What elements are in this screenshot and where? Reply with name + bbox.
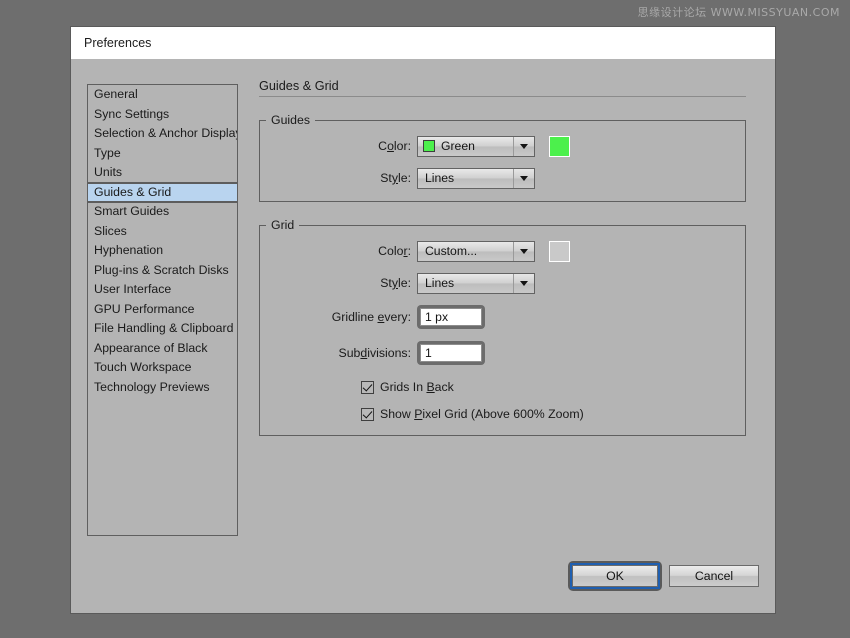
guides-color-row: Color: Green xyxy=(260,135,745,157)
grid-color-label: Color: xyxy=(260,244,417,258)
sidebar-item-sync-settings[interactable]: Sync Settings xyxy=(88,105,237,125)
guides-color-dropdown[interactable]: Green xyxy=(417,135,535,157)
grid-group-legend: Grid xyxy=(271,218,295,232)
label-part: : xyxy=(407,244,411,258)
grid-style-dropdown[interactable]: Lines xyxy=(417,272,535,294)
grid-style-row: Style: Lines xyxy=(260,272,745,294)
cancel-button[interactable]: Cancel xyxy=(669,565,759,587)
label-accel: B xyxy=(426,380,435,394)
sidebar-item-user-interface[interactable]: User Interface xyxy=(88,280,237,300)
sidebar-item-units[interactable]: Units xyxy=(88,163,237,183)
sidebar-item-touch-workspace[interactable]: Touch Workspace xyxy=(88,358,237,378)
subdivisions-row: Subdivisions: xyxy=(260,340,745,366)
guides-group: Guides Color: Green Style: Lines xyxy=(259,113,746,202)
ok-button[interactable]: OK xyxy=(570,563,660,589)
grids-in-back-checkbox[interactable] xyxy=(361,380,374,394)
gridline-every-input-focusring xyxy=(417,305,485,329)
label-part: ivisions: xyxy=(367,346,411,360)
subdivisions-label: Subdivisions: xyxy=(260,346,417,360)
grid-color-preview-swatch[interactable] xyxy=(549,240,570,262)
grids-in-back-checkbox-row[interactable]: Grids In Back xyxy=(361,378,745,396)
preferences-dialog: Preferences General Sync Settings Select… xyxy=(71,27,775,613)
sidebar-item-gpu-performance[interactable]: GPU Performance xyxy=(88,300,237,320)
gridline-every-input[interactable] xyxy=(420,308,482,326)
guides-color-label: Color: xyxy=(260,139,417,153)
sidebar-item-plugins-scratch-disks[interactable]: Plug-ins & Scratch Disks xyxy=(88,261,237,281)
dialog-body: General Sync Settings Selection & Anchor… xyxy=(71,59,775,613)
grid-style-value: Lines xyxy=(425,276,455,290)
label-part: Show xyxy=(380,407,415,421)
settings-pane: Guides & Grid Guides Color: Green Style: xyxy=(259,79,746,452)
page-title: Guides & Grid xyxy=(259,79,746,97)
guides-color-swatch-icon xyxy=(423,140,435,152)
label-part: ixel Grid (Above 600% Zoom) xyxy=(422,407,584,421)
grid-color-dropdown[interactable]: Custom... xyxy=(417,240,535,262)
chevron-down-icon[interactable] xyxy=(513,168,534,188)
label-part: C xyxy=(378,139,388,153)
label-part: Gridline xyxy=(331,310,378,324)
dialog-button-bar: OK Cancel xyxy=(568,561,759,591)
guides-style-row: Style: Lines xyxy=(260,167,745,189)
label-accel: o xyxy=(387,139,394,153)
show-pixel-grid-checkbox[interactable] xyxy=(361,407,374,421)
label-part: Grids In xyxy=(380,380,427,394)
guides-color-value: Green xyxy=(441,139,475,153)
watermark-text: 思缘设计论坛 WWW.MISSYUAN.COM xyxy=(637,6,840,19)
label-part: St xyxy=(380,276,392,290)
sidebar-item-selection-anchor-display[interactable]: Selection & Anchor Display xyxy=(88,124,237,144)
guides-style-value: Lines xyxy=(425,171,455,185)
gridline-every-row: Gridline every: xyxy=(260,304,745,330)
label-part: ack xyxy=(434,380,454,394)
sidebar-item-appearance-of-black[interactable]: Appearance of Black xyxy=(88,339,237,359)
subdivisions-input[interactable] xyxy=(420,344,482,362)
label-part: lor: xyxy=(393,139,411,153)
subdivisions-input-focusring xyxy=(417,341,485,365)
label-part: le: xyxy=(398,171,411,185)
sidebar-item-smart-guides[interactable]: Smart Guides xyxy=(88,202,237,222)
sidebar-item-hyphenation[interactable]: Hyphenation xyxy=(88,241,237,261)
preferences-category-list[interactable]: General Sync Settings Selection & Anchor… xyxy=(87,84,238,536)
label-part: Sub xyxy=(338,346,361,360)
grid-color-value: Custom... xyxy=(425,244,478,258)
chevron-down-icon[interactable] xyxy=(513,273,534,293)
guides-style-label: Style: xyxy=(260,171,417,185)
dialog-titlebar: Preferences xyxy=(71,27,775,59)
sidebar-item-technology-previews[interactable]: Technology Previews xyxy=(88,378,237,398)
grids-in-back-label: Grids In Back xyxy=(380,380,454,394)
show-pixel-grid-checkbox-row[interactable]: Show Pixel Grid (Above 600% Zoom) xyxy=(361,405,745,423)
show-pixel-grid-label: Show Pixel Grid (Above 600% Zoom) xyxy=(380,407,584,421)
sidebar-item-guides-grid[interactable]: Guides & Grid xyxy=(88,181,237,203)
sidebar-item-file-handling-clipboard[interactable]: File Handling & Clipboard xyxy=(88,319,237,339)
guides-group-legend: Guides xyxy=(271,113,310,127)
guides-style-dropdown[interactable]: Lines xyxy=(417,167,535,189)
gridline-every-label: Gridline every: xyxy=(260,310,417,324)
ok-button-focusring: OK xyxy=(568,561,662,591)
label-part: St xyxy=(380,171,392,185)
label-part: very: xyxy=(384,310,411,324)
sidebar-item-type[interactable]: Type xyxy=(88,144,237,164)
chevron-down-icon[interactable] xyxy=(513,241,534,261)
grid-color-row: Color: Custom... xyxy=(260,240,745,262)
guides-color-preview-swatch[interactable] xyxy=(549,135,570,157)
dialog-title: Preferences xyxy=(84,36,152,50)
chevron-down-icon[interactable] xyxy=(513,136,534,156)
label-part: le: xyxy=(398,276,411,290)
sidebar-item-slices[interactable]: Slices xyxy=(88,222,237,242)
grid-style-label: Style: xyxy=(260,276,417,290)
label-part: Colo xyxy=(378,244,404,258)
grid-group: Grid Color: Custom... Style: Lines Gridl… xyxy=(259,218,746,436)
sidebar-item-general[interactable]: General xyxy=(88,85,237,105)
